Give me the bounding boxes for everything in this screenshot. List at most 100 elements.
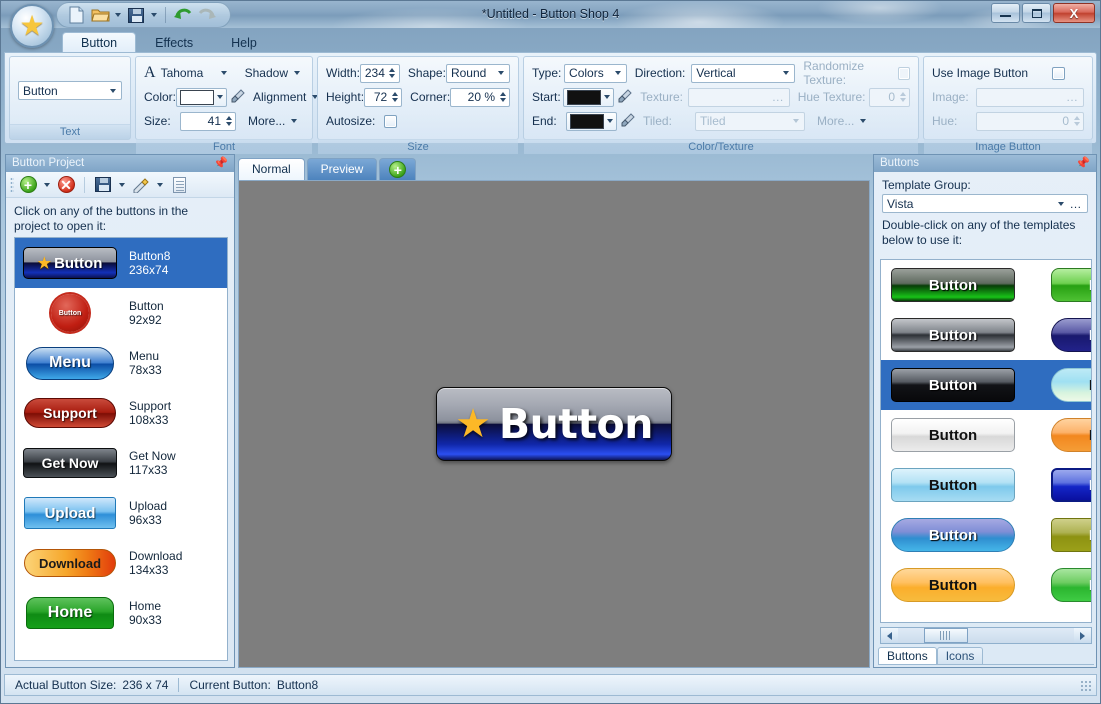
tab-normal[interactable]: Normal — [238, 158, 305, 180]
eyedropper-icon[interactable] — [231, 89, 245, 106]
template-item[interactable]: Button — [881, 460, 1041, 510]
corner-stepper[interactable]: 20 % — [450, 88, 510, 107]
open-folder-icon[interactable] — [89, 4, 111, 26]
template-preview: Button — [891, 518, 1015, 552]
shape-combo[interactable]: Round — [446, 64, 510, 83]
font-color-picker[interactable] — [176, 88, 227, 107]
list-item[interactable]: Button Button 92x92 — [15, 288, 227, 338]
font-name-value[interactable]: Tahoma — [161, 66, 221, 80]
template-item[interactable]: Button — [1041, 310, 1092, 360]
template-label: Button — [929, 427, 977, 444]
scroll-right-button[interactable] — [1074, 628, 1091, 643]
tab-icons[interactable]: Icons — [937, 647, 984, 664]
template-group-browse-button[interactable]: … — [1067, 197, 1085, 211]
list-item-thumbnail: Download — [21, 549, 119, 577]
start-eyedropper-icon[interactable] — [618, 89, 632, 106]
template-list[interactable]: Button Button Button Button — [880, 259, 1092, 623]
font-size-value: 41 — [181, 114, 224, 128]
list-item[interactable]: Download Download 134x33 — [15, 538, 227, 588]
tab-button[interactable]: Button — [62, 32, 136, 52]
button-project-list[interactable]: ★ Button Button8 236x74 Button Button — [14, 237, 228, 661]
add-button-dropdown[interactable] — [42, 183, 52, 187]
delete-button-icon[interactable]: ✕ — [55, 174, 77, 196]
tab-help[interactable]: Help — [212, 32, 276, 52]
resize-grip[interactable] — [1080, 680, 1092, 692]
list-item-size: 92x92 — [129, 313, 164, 327]
tab-effects[interactable]: Effects — [136, 32, 212, 52]
save-project-dropdown[interactable] — [117, 183, 127, 187]
ribbon-group-size-title: Size — [318, 139, 518, 154]
template-item[interactable]: Button — [1041, 410, 1092, 460]
right-panel-tab-bar: Buttons Icons — [878, 647, 1094, 665]
application-window: *Untitled - Button Shop 4 X ★ Button Eff — [0, 0, 1101, 704]
template-item[interactable]: Button — [881, 510, 1041, 560]
type-combo[interactable]: Colors — [564, 64, 627, 83]
template-item[interactable]: Button — [1041, 560, 1092, 610]
template-item[interactable]: Button — [1041, 360, 1092, 410]
add-tab-button[interactable]: + — [379, 158, 416, 180]
tab-preview[interactable]: Preview — [307, 158, 378, 180]
toolbar-separator — [165, 7, 166, 23]
scroll-left-button[interactable] — [881, 628, 898, 643]
text-combo[interactable]: Button — [18, 81, 122, 100]
width-stepper[interactable]: 234 — [360, 64, 400, 83]
template-horizontal-scrollbar[interactable] — [880, 627, 1092, 644]
properties-icon[interactable] — [168, 174, 190, 196]
list-item[interactable]: ★ Button Button8 236x74 — [15, 238, 227, 288]
template-group-combo[interactable]: Vista … — [882, 194, 1088, 213]
list-item[interactable]: Upload Upload 96x33 — [15, 488, 227, 538]
save-dropdown[interactable] — [149, 13, 159, 17]
template-item[interactable]: Button — [881, 410, 1041, 460]
end-color-picker[interactable] — [566, 112, 617, 131]
font-color-label: Color: — [144, 90, 176, 104]
tab-buttons[interactable]: Buttons — [878, 647, 937, 664]
template-item[interactable]: Button — [881, 560, 1041, 610]
chevron-down-icon[interactable] — [221, 71, 227, 75]
template-item[interactable]: Button — [1041, 510, 1092, 560]
save-icon[interactable] — [125, 4, 147, 26]
list-item-thumbnail: Get Now — [21, 448, 119, 478]
maximize-button[interactable] — [1022, 3, 1051, 23]
pin-icon[interactable]: 📌 — [1075, 155, 1090, 172]
list-item[interactable]: Menu Menu 78x33 — [15, 338, 227, 388]
template-item[interactable]: Button — [881, 360, 1041, 410]
scrollbar-thumb[interactable] — [924, 628, 968, 643]
list-item[interactable]: Home Home 90x33 — [15, 588, 227, 638]
alignment-menu-button[interactable]: Alignment — [249, 87, 322, 107]
tools-dropdown[interactable] — [155, 183, 165, 187]
chevron-down-icon — [44, 183, 50, 187]
list-item[interactable]: Support Support 108x33 — [15, 388, 227, 438]
list-item[interactable]: Get Now Get Now 117x33 — [15, 438, 227, 488]
use-image-button-checkbox[interactable] — [1052, 67, 1065, 80]
toolbar-grip[interactable] — [10, 177, 14, 193]
open-folder-dropdown[interactable] — [113, 13, 123, 17]
end-label: End: — [532, 114, 566, 128]
save-project-icon[interactable] — [92, 174, 114, 196]
start-color-picker[interactable] — [563, 88, 614, 107]
chevron-left-icon — [887, 632, 892, 640]
end-eyedropper-icon[interactable] — [621, 113, 635, 130]
autosize-checkbox[interactable] — [384, 115, 397, 128]
button-project-title: Button Project — [12, 155, 84, 172]
template-item[interactable]: Button — [1041, 460, 1092, 510]
minimize-button[interactable] — [991, 3, 1020, 23]
font-size-stepper[interactable]: 41 — [180, 112, 236, 131]
height-stepper[interactable]: 72 — [364, 88, 402, 107]
add-button-icon[interactable]: + — [17, 174, 39, 196]
tools-icon[interactable] — [130, 174, 152, 196]
template-item[interactable]: Button — [1041, 260, 1092, 310]
direction-combo[interactable]: Vertical — [691, 64, 795, 83]
app-logo-button[interactable]: ★ — [10, 4, 54, 48]
template-item[interactable]: Button — [881, 310, 1041, 360]
font-more-menu-button[interactable]: More... — [244, 111, 301, 131]
shadow-menu-button[interactable]: Shadow — [241, 63, 304, 83]
undo-icon[interactable] — [172, 4, 194, 26]
close-button[interactable]: X — [1053, 3, 1095, 23]
pin-icon[interactable]: 📌 — [213, 155, 228, 172]
stepper-down-icon — [389, 74, 395, 78]
button-canvas[interactable]: ★ Button — [238, 180, 870, 668]
window-controls: X — [991, 3, 1095, 23]
button-preview[interactable]: ★ Button — [436, 387, 672, 461]
template-item[interactable]: Button — [881, 260, 1041, 310]
new-document-icon[interactable] — [65, 4, 87, 26]
